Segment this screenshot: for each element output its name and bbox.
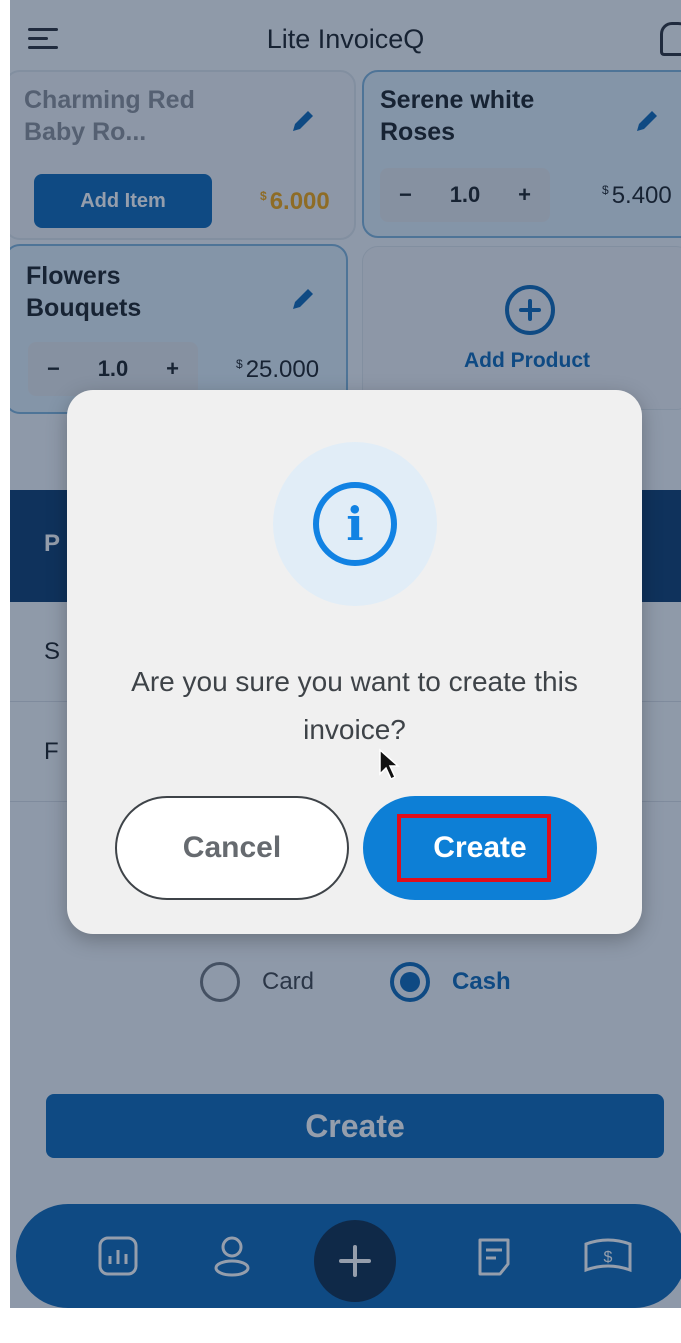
highlight-box bbox=[397, 814, 551, 882]
cancel-button[interactable]: Cancel bbox=[115, 796, 349, 900]
dialog-message: Are you sure you want to create this inv… bbox=[131, 666, 578, 745]
info-icon-background: i bbox=[273, 442, 437, 606]
mouse-cursor-icon bbox=[379, 748, 400, 781]
screen: Lite InvoiceQ Charming Red Baby Ro... Ad… bbox=[0, 0, 681, 1343]
info-icon: i bbox=[313, 482, 397, 566]
confirm-dialog: i Are you sure you want to create this i… bbox=[67, 390, 642, 934]
